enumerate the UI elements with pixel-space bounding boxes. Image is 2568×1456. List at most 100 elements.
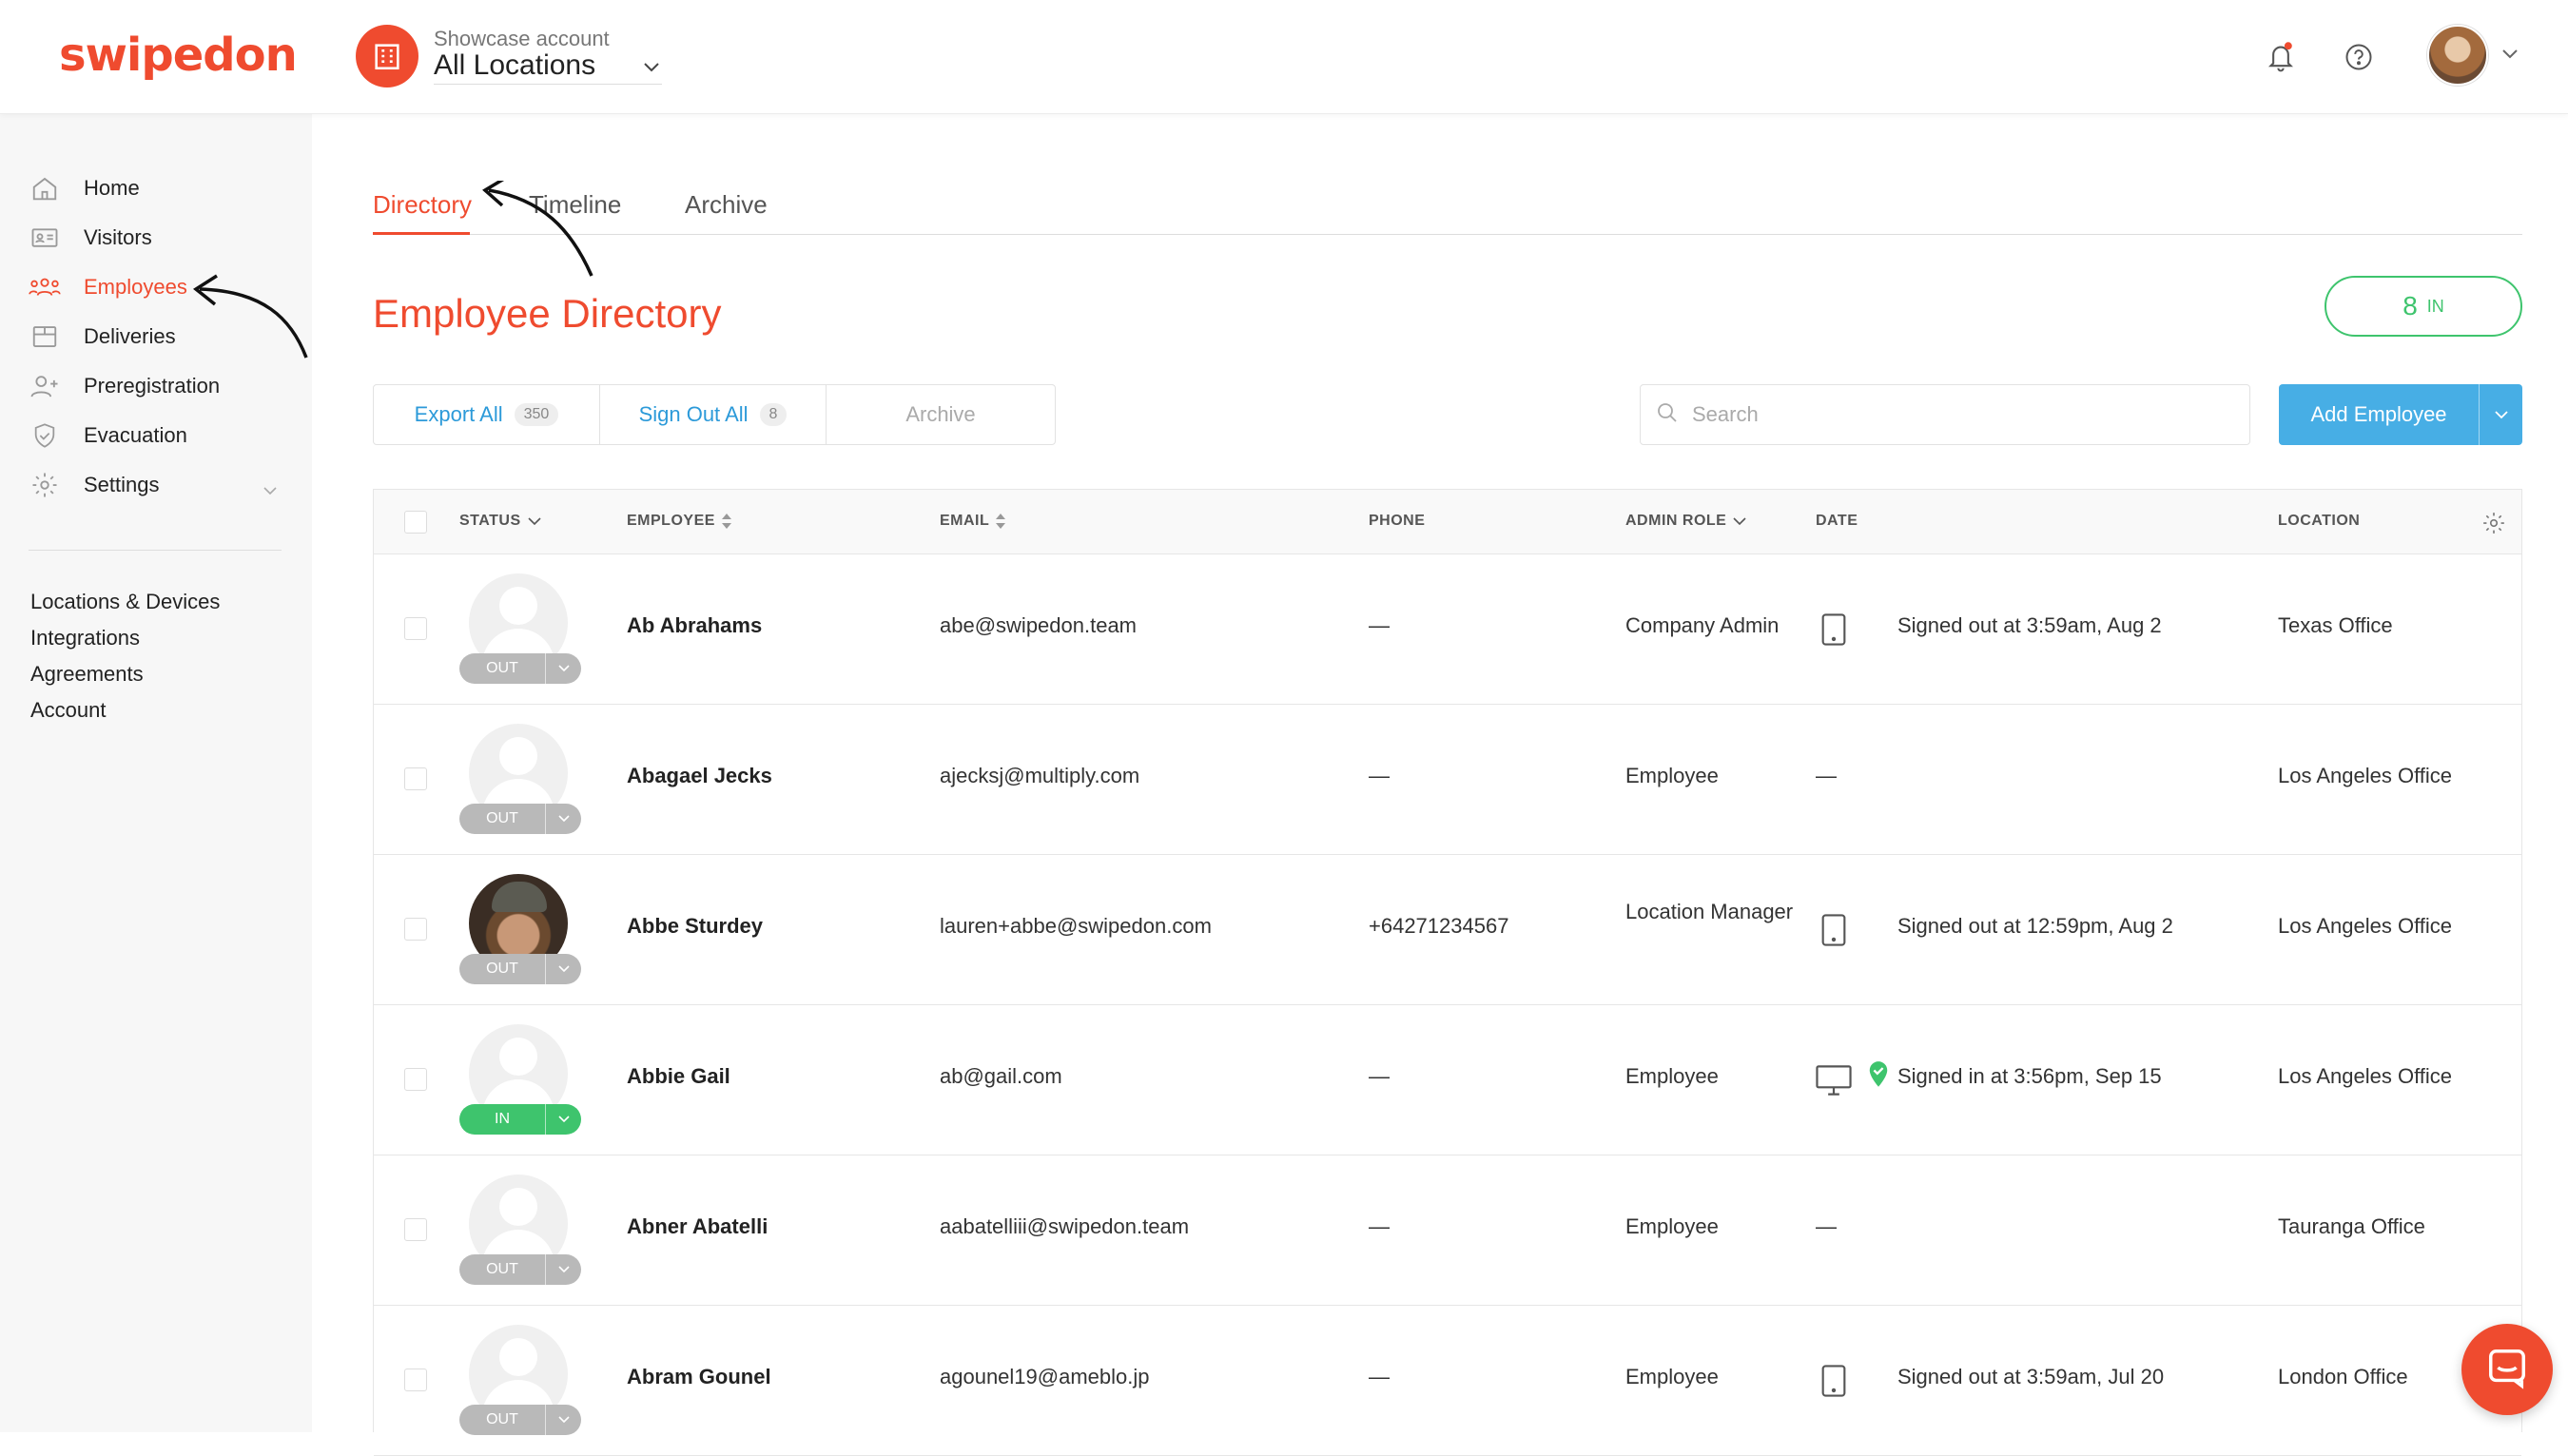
sidebar-item-settings[interactable]: Settings [29,466,160,504]
sidebar-link-account[interactable]: Account [30,698,107,723]
employee-phone: — [1369,1214,1390,1238]
column-label: STATUS [459,513,521,529]
table-row[interactable]: IN Abbie Gail ab@gail.com — Employee Sig… [374,1005,2521,1155]
search-input[interactable] [1690,401,2223,428]
archive-button[interactable]: Archive [827,385,1055,444]
employee-name[interactable]: Abagael Jecks [627,764,772,788]
in-count-label: IN [2426,296,2444,316]
sidebar-item-visitors[interactable]: Visitors [29,219,152,257]
chevron-down-icon[interactable] [545,653,581,684]
table-row[interactable]: OUT Ab Abrahams abe@swipedon.team — Comp… [374,554,2521,705]
table-row[interactable]: OUT Abner Abatelli aabatelliii@swipedon.… [374,1155,2521,1306]
employee-email: abe@swipedon.team [940,613,1138,637]
table-row[interactable]: OUT Abbe Sturdey lauren+abbe@swipedon.co… [374,855,2521,1005]
column-location: LOCATION [2278,513,2360,530]
user-avatar[interactable] [2427,25,2488,86]
chevron-down-icon [528,517,541,526]
employee-phone: — [1369,764,1390,787]
search-box[interactable] [1640,384,2250,445]
add-employee-button[interactable]: Add Employee [2279,384,2522,445]
sidebar-item-employees[interactable]: Employees [29,268,187,306]
employee-role: Employee [1625,1214,1719,1238]
status-toggle[interactable]: OUT [459,1405,581,1435]
swipedon-logo[interactable]: swipedon [59,29,298,82]
status-toggle[interactable]: OUT [459,804,581,834]
column-label: PHONE [1369,513,1426,529]
row-checkbox[interactable] [404,1369,427,1391]
bell-icon[interactable] [2262,38,2300,76]
select-all-checkbox[interactable] [404,511,427,534]
search-icon [1656,401,1679,429]
status-label: IN [495,1111,510,1127]
row-checkbox[interactable] [404,1068,427,1091]
chevron-down-icon[interactable] [545,1254,581,1285]
chevron-down-icon[interactable] [2479,384,2522,445]
employee-name[interactable]: Abbie Gail [627,1064,730,1089]
export-all-button[interactable]: Export All 350 [374,385,600,444]
tab-archive[interactable]: Archive [685,190,768,220]
sidebar-item-home[interactable]: Home [29,169,140,207]
employee-email: ajecksj@multiply.com [940,764,1140,787]
status-label: OUT [486,1411,518,1427]
sign-out-all-button[interactable]: Sign Out All 8 [600,385,827,444]
location-selector[interactable]: All Locations [434,49,595,82]
sign-date: — [1816,1214,1837,1238]
column-admin-role[interactable]: ADMIN ROLE [1625,513,1747,530]
status-label: OUT [486,660,518,676]
status-label: OUT [486,961,518,977]
sidebar-link-locations[interactable]: Locations & Devices [30,590,220,614]
employee-phone: — [1369,1365,1390,1388]
sidebar-item-label: Home [84,176,140,200]
employee-phone: — [1369,613,1390,637]
employee-location: Texas Office [2278,613,2393,637]
employee-name[interactable]: Abbe Sturdey [627,914,763,939]
sort-icon [996,514,1006,529]
status-toggle[interactable]: OUT [459,954,581,984]
building-icon[interactable] [356,25,418,87]
row-checkbox[interactable] [404,617,427,640]
column-label: LOCATION [2278,513,2361,529]
help-icon[interactable] [2340,38,2378,76]
tab-timeline[interactable]: Timeline [529,190,621,220]
chevron-down-icon[interactable] [545,1405,581,1435]
sidebar: Home Visitors Employees Deliveries Prere… [0,114,312,1432]
sidebar-link-integrations[interactable]: Integrations [30,626,140,650]
status-toggle[interactable]: OUT [459,1254,581,1285]
sidebar-item-deliveries[interactable]: Deliveries [29,318,176,356]
row-checkbox[interactable] [404,918,427,941]
row-checkbox[interactable] [404,1218,427,1241]
column-email[interactable]: EMAIL [940,513,1006,530]
in-count-badge[interactable]: 8 IN [2325,276,2522,337]
sidebar-link-agreements[interactable]: Agreements [30,662,144,687]
sidebar-item-evacuation[interactable]: Evacuation [29,417,187,455]
sidebar-divider [29,550,282,551]
employee-role: Employee [1625,1365,1719,1388]
chat-launcher-button[interactable] [2461,1324,2553,1415]
column-employee[interactable]: EMPLOYEE [627,513,732,530]
add-employee-label[interactable]: Add Employee [2279,384,2479,445]
chevron-down-icon[interactable] [545,804,581,834]
sidebar-item-preregistration[interactable]: Preregistration [29,367,220,405]
tablet-icon [1819,1365,1848,1402]
column-phone: PHONE [1369,513,1425,530]
tab-directory[interactable]: Directory [373,190,472,220]
tablet-icon [1819,914,1848,951]
table-row[interactable]: OUT Abram Gounel agounel19@ameblo.jp — E… [374,1306,2521,1456]
deliveries-icon [29,320,61,353]
chevron-down-icon[interactable] [2501,48,2519,65]
employee-name[interactable]: Ab Abrahams [627,613,762,638]
employee-name[interactable]: Abner Abatelli [627,1214,768,1239]
status-toggle[interactable]: IN [459,1104,581,1135]
column-status[interactable]: STATUS [459,513,542,530]
table-row[interactable]: OUT Abagael Jecks ajecksj@multiply.com —… [374,705,2521,855]
gear-icon[interactable] [2481,511,2506,540]
employee-name[interactable]: Abram Gounel [627,1365,771,1389]
chevron-down-icon[interactable] [643,61,660,78]
chevron-down-icon[interactable] [545,1104,581,1135]
row-checkbox[interactable] [404,767,427,790]
chevron-down-icon[interactable] [263,483,278,500]
employee-location: Los Angeles Office [2278,1064,2453,1088]
status-toggle[interactable]: OUT [459,653,581,684]
chevron-down-icon[interactable] [545,954,581,984]
employee-phone: — [1369,1064,1390,1088]
